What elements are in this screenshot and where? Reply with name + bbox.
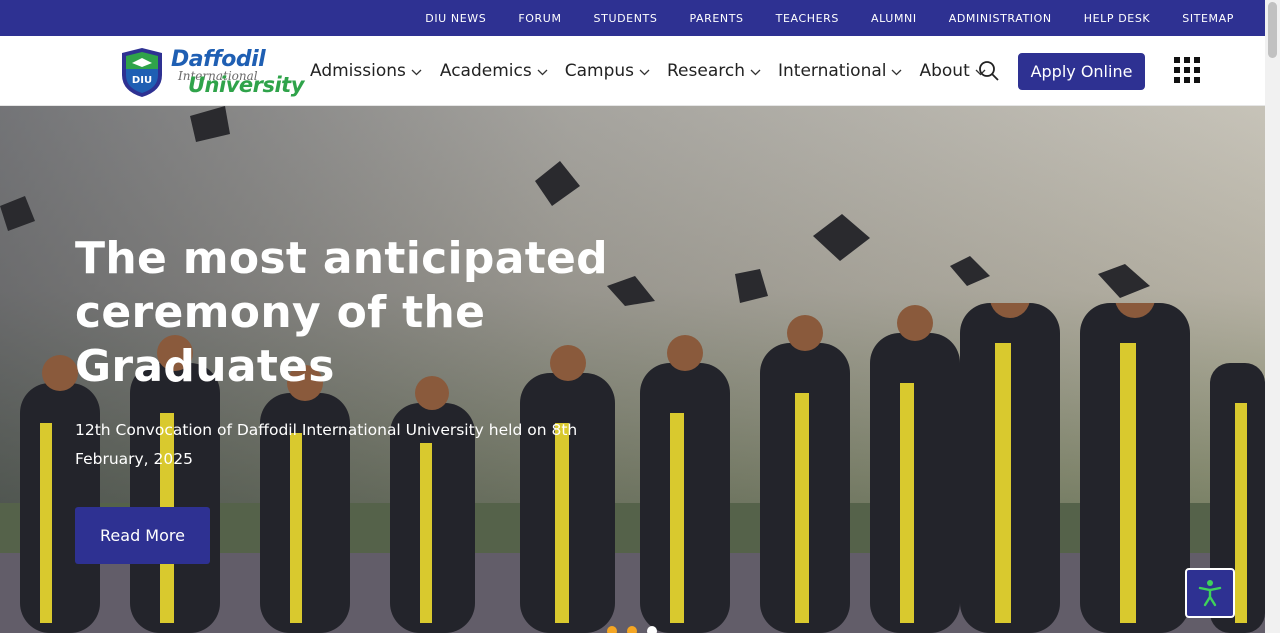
page-scrollbar[interactable]: [1265, 0, 1280, 633]
slider-dot-3[interactable]: [647, 626, 657, 633]
hero-banner: The most anticipated ceremony of the Gra…: [0, 106, 1265, 633]
nav-item-label: Admissions: [310, 61, 406, 81]
hero-subtitle: 12th Convocation of Daffodil Internation…: [75, 421, 578, 468]
nav-item-research[interactable]: Research: [667, 61, 761, 81]
university-logo[interactable]: DIU Daffodil International University: [118, 45, 304, 99]
topbar-link-students[interactable]: STUDENTS: [594, 12, 658, 25]
nav-item-campus[interactable]: Campus: [565, 61, 650, 81]
apply-online-button[interactable]: Apply Online: [1018, 53, 1145, 90]
main-navbar: DIU Daffodil International University Ad…: [0, 36, 1265, 106]
hero-title: The most anticipated ceremony of the Gra…: [75, 233, 608, 392]
topbar-link-sitemap[interactable]: SITEMAP: [1182, 12, 1234, 25]
nav-item-label: Campus: [564, 61, 634, 81]
search-button[interactable]: [977, 59, 1001, 83]
topbar-link-parents[interactable]: PARENTS: [689, 12, 743, 25]
topbar-link-administration[interactable]: ADMINISTRATION: [949, 12, 1052, 25]
scrollbar-thumb[interactable]: [1268, 2, 1277, 58]
nav-item-about[interactable]: About: [919, 61, 986, 81]
utility-bar: DIU NEWS FORUM STUDENTS PARENTS TEACHERS…: [0, 0, 1265, 36]
nav-item-label: Research: [667, 61, 745, 81]
nav-item-academics[interactable]: Academics: [440, 61, 548, 81]
slider-dot-2[interactable]: [627, 626, 637, 633]
chevron-down-icon: [411, 69, 422, 75]
logo-wordmark: Daffodil International University: [170, 45, 304, 99]
accessibility-button[interactable]: [1185, 568, 1235, 618]
topbar-link-teachers[interactable]: TEACHERS: [776, 12, 839, 25]
chevron-down-icon: [639, 69, 650, 75]
nav-item-label: Academics: [439, 61, 532, 81]
read-more-button[interactable]: Read More: [75, 507, 210, 564]
accessibility-icon: [1198, 580, 1222, 607]
nav-item-admissions[interactable]: Admissions: [310, 61, 422, 81]
apps-grid-button[interactable]: [1174, 57, 1200, 83]
chevron-down-icon: [750, 69, 761, 75]
nav-item-label: About: [919, 61, 970, 81]
logo-badge-text: DIU: [132, 75, 152, 86]
nav-item-label: International: [777, 61, 887, 81]
slider-dot-1[interactable]: [607, 626, 617, 633]
chevron-down-icon: [892, 69, 902, 75]
topbar-link-news[interactable]: DIU NEWS: [425, 12, 486, 25]
nav-menu: Admissions Academics Campus Research Int…: [310, 36, 986, 106]
topbar-link-help-desk[interactable]: HELP DESK: [1084, 12, 1151, 25]
topbar-link-alumni[interactable]: ALUMNI: [871, 12, 917, 25]
chevron-down-icon: [537, 69, 548, 75]
shield-crest-icon: DIU: [122, 48, 162, 97]
logo-word-university: University: [188, 73, 304, 97]
nav-item-international[interactable]: International: [778, 61, 903, 81]
slider-dots: [607, 626, 667, 633]
search-icon: [979, 61, 999, 81]
topbar-link-forum[interactable]: FORUM: [518, 12, 561, 25]
